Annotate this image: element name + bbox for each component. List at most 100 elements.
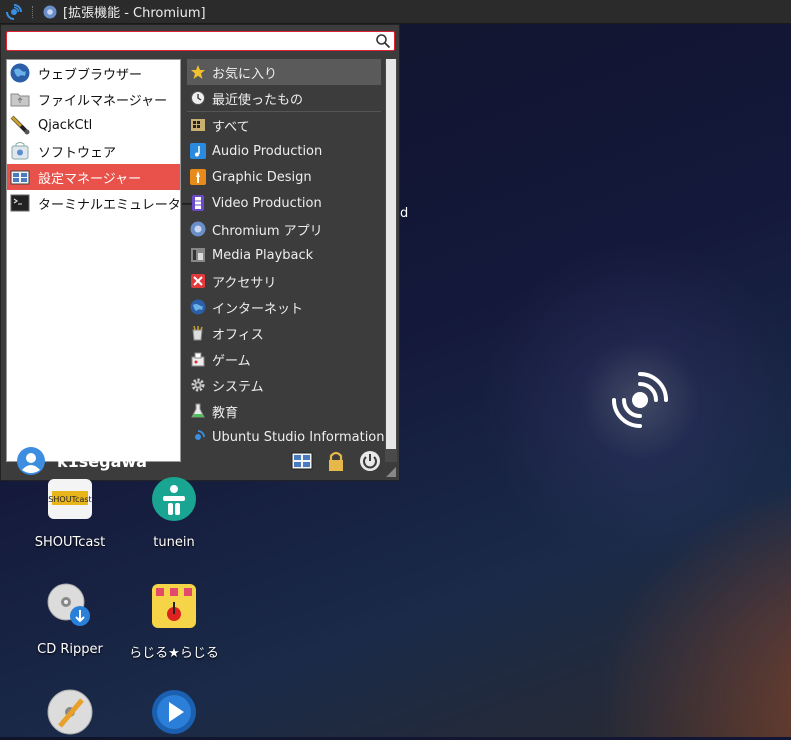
category-label: Video Production xyxy=(212,195,322,211)
favorite-item-terminal[interactable]: ターミナルエミュレーター xyxy=(7,190,194,216)
category-label: アクセサリ xyxy=(212,275,277,291)
desktop-icon-label: CD Ripper xyxy=(37,642,103,657)
tunein-icon xyxy=(152,477,196,521)
category-label: Media Playback xyxy=(212,247,314,263)
film-icon xyxy=(192,195,204,211)
desktop-icon-label: らじる★らじる xyxy=(129,646,219,661)
folder-icon xyxy=(10,93,30,107)
category-favorites[interactable]: お気に入り xyxy=(187,59,381,85)
ubuntu-studio-wallpaper-logo-icon xyxy=(612,372,668,428)
gear-icon xyxy=(191,378,205,392)
favorite-item-web-browser[interactable]: ウェブブラウザー xyxy=(7,60,180,86)
shoutcast-icon: SHOUTcast xyxy=(48,479,92,519)
cd-ripper-icon xyxy=(47,583,90,626)
game-icon xyxy=(191,352,205,367)
category-label: ゲーム xyxy=(212,353,251,369)
category-office[interactable]: オフィス xyxy=(184,320,384,346)
category-education[interactable]: 教育 xyxy=(184,398,384,424)
category-label: 教育 xyxy=(212,405,239,421)
category-video-production[interactable]: Video Production xyxy=(184,190,384,216)
search-icon xyxy=(376,34,391,49)
favorite-item-software[interactable]: ソフトウェア xyxy=(7,138,180,164)
panel-separator xyxy=(32,5,35,18)
category-label: すべて xyxy=(212,119,250,135)
office-icon xyxy=(192,325,203,341)
favorite-label: 設定マネージャー xyxy=(38,171,142,187)
globe-icon xyxy=(10,63,30,83)
resize-grip-icon[interactable] xyxy=(386,467,396,477)
chromium-window-icon[interactable] xyxy=(43,5,57,19)
category-label: Chromium アプリ xyxy=(212,223,323,239)
log-out-button[interactable] xyxy=(358,449,382,473)
scrollbar-thumb[interactable] xyxy=(386,59,396,449)
application-menu: ウェブブラウザー ファイルマネージャー QjackCtl ソフトウェア 設定マネ… xyxy=(0,24,400,481)
lock-screen-button[interactable] xyxy=(324,449,348,473)
category-system[interactable]: システム xyxy=(184,372,384,398)
desktop-icon-cd-burner[interactable] xyxy=(15,688,125,740)
music-note-icon xyxy=(190,143,206,159)
desktop-icon-label: SHOUTcast xyxy=(34,535,106,550)
favorite-label: QjackCtl xyxy=(38,117,93,133)
terminal-icon xyxy=(10,194,30,212)
search-box[interactable] xyxy=(6,31,395,51)
category-games[interactable]: ゲーム xyxy=(184,346,384,372)
brush-icon xyxy=(190,169,206,185)
category-media-playback[interactable]: Media Playback xyxy=(184,242,384,268)
radiru-icon xyxy=(152,584,196,628)
clock-icon xyxy=(191,91,205,105)
star-icon xyxy=(191,65,205,79)
favorite-label: ファイルマネージャー xyxy=(38,93,168,109)
category-all[interactable]: すべて xyxy=(184,112,384,138)
desktop-icon-cd-ripper[interactable]: CD Ripper xyxy=(15,582,125,657)
category-list: お気に入り 最近使ったもの すべて Audio Production Graph… xyxy=(184,59,384,462)
accessories-icon xyxy=(191,274,205,288)
media-icon xyxy=(191,248,205,262)
desktop-icon-shoutcast[interactable]: SHOUTcast SHOUTcast xyxy=(15,475,125,550)
svg-text:SHOUTcast: SHOUTcast xyxy=(48,495,91,504)
media-player-icon xyxy=(152,690,196,734)
category-label: Graphic Design xyxy=(212,169,312,185)
desktop-partial-text: d xyxy=(400,206,409,221)
education-icon xyxy=(191,403,205,418)
category-label: インターネット xyxy=(212,301,304,317)
favorites-list: ウェブブラウザー ファイルマネージャー QjackCtl ソフトウェア 設定マネ… xyxy=(6,59,194,462)
settings-manager-icon xyxy=(10,170,30,185)
category-scrollbar[interactable] xyxy=(385,59,397,462)
user-name: k1segawa xyxy=(57,451,147,471)
user-avatar-icon[interactable] xyxy=(17,447,45,475)
favorite-item-settings-manager[interactable]: 設定マネージャー xyxy=(7,164,180,190)
footer-actions xyxy=(290,449,382,473)
category-accessories[interactable]: アクセサリ xyxy=(184,268,384,294)
favorite-item-file-manager[interactable]: ファイルマネージャー xyxy=(7,86,180,112)
desktop-icon-tunein[interactable]: tunein xyxy=(119,475,229,550)
category-internet[interactable]: インターネット xyxy=(184,294,384,320)
category-label: Audio Production xyxy=(212,143,323,159)
category-recent[interactable]: 最近使ったもの xyxy=(184,85,384,111)
power-icon xyxy=(360,451,380,471)
top-panel: [拡張機能 - Chromium] xyxy=(0,0,791,24)
search-input[interactable] xyxy=(11,33,375,51)
category-label: 最近使ったもの xyxy=(212,92,304,108)
chromium-icon xyxy=(190,221,206,237)
desktop-icon-media-player[interactable] xyxy=(119,688,229,740)
category-audio-production[interactable]: Audio Production xyxy=(184,138,384,164)
software-center-icon xyxy=(11,142,29,160)
settings-manager-icon xyxy=(291,452,313,470)
qjackctl-icon xyxy=(10,115,30,135)
cd-burner-icon xyxy=(47,689,93,735)
category-label: オフィス xyxy=(212,327,264,343)
favorite-label: ソフトウェア xyxy=(38,145,117,161)
globe-icon xyxy=(190,299,206,315)
ubuntu-studio-logo-icon[interactable] xyxy=(5,3,23,21)
category-chromium-apps[interactable]: Chromium アプリ xyxy=(184,216,384,242)
desktop-icon-label: tunein xyxy=(153,535,195,550)
favorite-item-qjackctl[interactable]: QjackCtl xyxy=(7,112,180,138)
category-label: システム xyxy=(212,379,264,395)
category-graphic-design[interactable]: Graphic Design xyxy=(184,164,384,190)
favorite-label: ターミナルエミュレーター xyxy=(38,197,194,213)
all-apps-icon xyxy=(191,119,205,131)
lock-icon xyxy=(329,451,343,471)
desktop-icon-radiru[interactable]: らじる★らじる xyxy=(119,582,229,661)
settings-manager-button[interactable] xyxy=(290,449,314,473)
window-title[interactable]: [拡張機能 - Chromium] xyxy=(63,2,206,21)
